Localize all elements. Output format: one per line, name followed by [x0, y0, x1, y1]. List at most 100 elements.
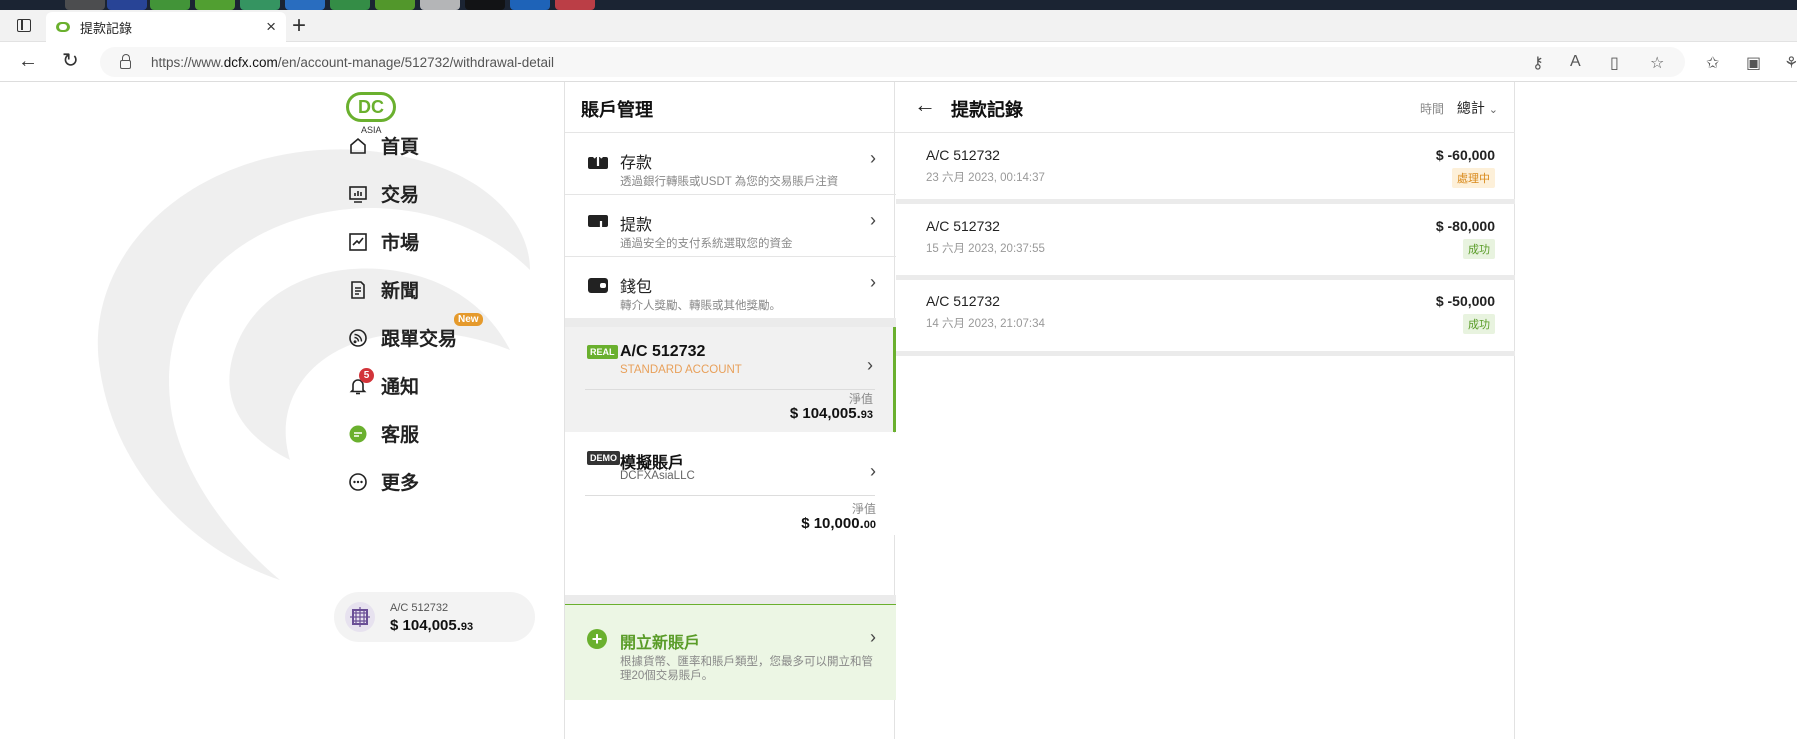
withdraw-desc: 通過安全的支付系統選取您的資金	[620, 238, 793, 250]
withdrawal-amount: $ -50,000	[1435, 293, 1495, 309]
home-icon	[347, 135, 369, 157]
account-number: A/C 512732	[390, 602, 449, 614]
sidebar-item-more[interactable]: 更多	[347, 468, 419, 495]
favorites-list-icon[interactable]: ✩	[1706, 53, 1719, 73]
collections-icon[interactable]: ▣	[1746, 53, 1761, 73]
chevron-right-icon: ›	[870, 210, 876, 230]
withdrawal-records-panel: ← 提款記錄 時間 總計 ⌄ A/C 512732 23 六月 2023, 00…	[896, 82, 1515, 739]
open-new-account-card[interactable]: + 開立新賬戶 根據貨幣、匯率和賬戶類型，您最多可以開立和管理20個交易賬戶。 …	[565, 604, 896, 700]
divider	[585, 389, 875, 390]
sidebar-item-home[interactable]: 首頁	[347, 132, 419, 159]
chevron-down-icon: ⌄	[1488, 104, 1498, 116]
net-value: $ 10,000.00	[801, 515, 876, 532]
sidebar-item-label: 交易	[381, 185, 420, 206]
refresh-icon[interactable]: ↻	[62, 50, 79, 72]
sidebar-item-label: 市場	[381, 233, 420, 254]
sidebar-item-label: 更多	[381, 473, 420, 494]
sidebar-item-support[interactable]: 客服	[347, 420, 419, 447]
demo-account-card[interactable]: DEMO 模擬賬戶 DCFXAsiaLLC › 淨值 $ 10,000.00	[565, 433, 896, 535]
table-row[interactable]: A/C 512732 23 六月 2023, 00:14:37 $ -60,00…	[896, 133, 1515, 199]
os-taskbar	[0, 0, 1797, 10]
taskbar-app[interactable]	[555, 0, 595, 10]
notification-count-badge: 5	[359, 367, 374, 383]
close-tab-icon[interactable]: ×	[266, 17, 276, 37]
new-tab-button[interactable]: +	[292, 12, 306, 40]
divider	[585, 495, 875, 496]
chevron-right-icon: ›	[867, 355, 873, 375]
sidebar-item-label: 首頁	[381, 137, 420, 158]
copy-trade-icon	[347, 327, 369, 349]
new-badge: New	[454, 313, 483, 326]
sidebar-item-label: 客服	[381, 425, 420, 446]
split-screen-icon[interactable]: ▯	[1610, 53, 1619, 73]
real-tag: REAL	[587, 345, 618, 359]
account-balance: $ 104,005.93	[390, 617, 474, 634]
withdrawal-date: 14 六月 2023, 21:07:34	[926, 318, 1045, 330]
net-value: $ 104,005.93	[789, 405, 873, 422]
sidebar-item-trade[interactable]: 交易	[347, 180, 419, 207]
dcfx-logo[interactable]: DC	[346, 92, 396, 122]
browser-tab[interactable]: 提款記錄 ×	[46, 12, 286, 42]
open-account-title: 開立新賬戶	[620, 635, 701, 652]
status-badge: 處理中	[1452, 168, 1495, 188]
main-sidebar: DC ASIA 首頁 交易 市場 新聞 跟單交易 New 5 通知 客服 更多	[330, 82, 560, 739]
tab-title: 提款記錄	[80, 20, 133, 36]
withdrawal-account: A/C 512732	[926, 147, 1000, 163]
bell-icon: 5	[347, 367, 374, 397]
real-account-card[interactable]: REAL A/C 512732 STANDARD ACCOUNT › 淨值 $ …	[565, 327, 896, 432]
avatar	[345, 602, 375, 632]
favorite-star-icon[interactable]: ☆	[1650, 53, 1664, 73]
sidebar-item-copy-trade[interactable]: 跟單交易 New	[347, 313, 483, 351]
withdraw-row[interactable]: 提款 通過安全的支付系統選取您的資金 ›	[565, 194, 896, 256]
taskbar-app[interactable]	[65, 0, 105, 10]
row-divider	[896, 351, 1515, 356]
account-management-panel: 賬戶管理 存款 透過銀行轉賬或USDT 為您的交易賬戶注資 › 提款 通過安全的…	[564, 82, 896, 739]
news-icon	[347, 279, 369, 301]
back-arrow-icon[interactable]: ←	[18, 50, 38, 72]
taskbar-app[interactable]	[375, 0, 415, 10]
filter-label: 時間	[1419, 102, 1444, 116]
taskbar-app[interactable]	[107, 0, 147, 10]
table-row[interactable]: A/C 512732 15 六月 2023, 20:37:55 $ -80,00…	[896, 204, 1515, 270]
demo-tag: DEMO	[587, 451, 620, 465]
account-provider: DCFXAsiaLLC	[620, 470, 695, 482]
status-badge: 成功	[1463, 239, 1495, 259]
taskbar-app[interactable]	[510, 0, 550, 10]
read-aloud-icon[interactable]: A	[1570, 53, 1581, 71]
section-divider	[565, 318, 896, 327]
taskbar-app[interactable]	[285, 0, 325, 10]
chat-icon	[347, 423, 369, 445]
back-arrow-icon[interactable]: ←	[914, 92, 936, 118]
taskbar-app[interactable]	[195, 0, 235, 10]
taskbar-app[interactable]	[150, 0, 190, 10]
trade-icon	[347, 183, 369, 205]
withdrawal-date: 15 六月 2023, 20:37:55	[926, 243, 1045, 255]
address-bar[interactable]: https://www.dcfx.com/en/account-manage/5…	[100, 47, 1685, 77]
deposit-title: 存款	[620, 155, 653, 172]
tab-actions-icon[interactable]	[17, 19, 31, 32]
current-account-pill[interactable]: A/C 512732 $ 104,005.93	[334, 592, 535, 642]
withdrawal-account: A/C 512732	[926, 218, 1000, 234]
sidebar-item-notifications[interactable]: 5 通知	[347, 367, 420, 399]
lock-icon[interactable]	[120, 53, 131, 69]
key-icon[interactable]: ⚷	[1532, 53, 1544, 73]
sidebar-item-market[interactable]: 市場	[347, 228, 419, 255]
withdrawal-amount: $ -80,000	[1435, 218, 1495, 234]
table-row[interactable]: A/C 512732 14 六月 2023, 21:07:34 $ -50,00…	[896, 279, 1515, 345]
extensions-icon[interactable]: ⚘	[1784, 53, 1797, 73]
dcfx-favicon-icon	[56, 22, 70, 32]
sidebar-item-label: 通知	[381, 377, 420, 398]
time-filter-dropdown[interactable]: 總計 ⌄	[1457, 98, 1498, 118]
market-chart-icon	[347, 231, 369, 253]
taskbar-app[interactable]	[330, 0, 370, 10]
taskbar-app[interactable]	[420, 0, 460, 10]
wallet-row[interactable]: 錢包 轉介人獎勵、轉賬或其他獎勵。 ›	[565, 256, 896, 318]
sidebar-item-news[interactable]: 新聞	[347, 276, 419, 303]
sidebar-item-label: 新聞	[381, 281, 420, 302]
page-title: 提款記錄	[951, 100, 1023, 120]
deposit-row[interactable]: 存款 透過銀行轉賬或USDT 為您的交易賬戶注資 ›	[565, 132, 896, 194]
chevron-right-icon: ›	[870, 148, 876, 168]
taskbar-app[interactable]	[240, 0, 280, 10]
taskbar-app[interactable]	[465, 0, 505, 10]
chevron-right-icon: ›	[870, 461, 876, 481]
